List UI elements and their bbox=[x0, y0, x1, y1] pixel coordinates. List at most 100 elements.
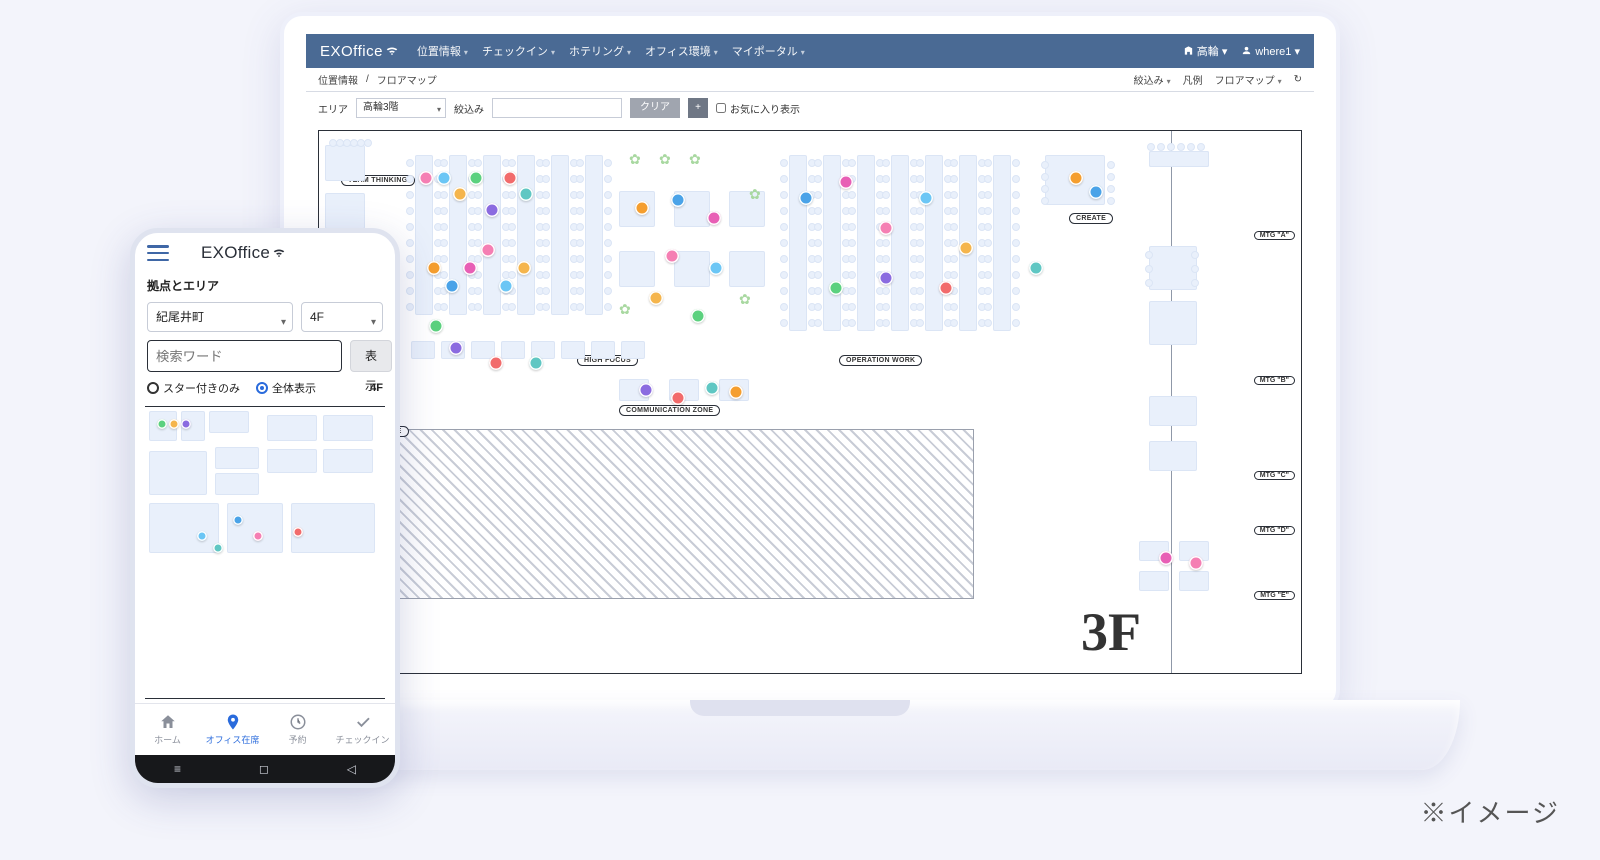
desk bbox=[325, 145, 365, 181]
person-marker[interactable] bbox=[671, 391, 685, 405]
person-marker[interactable] bbox=[1189, 556, 1203, 570]
favorite-checkbox[interactable]: お気に入り表示 bbox=[716, 101, 800, 116]
tab-checkin[interactable]: チェックイン bbox=[330, 704, 395, 755]
user-location[interactable]: 高輪 ▾ bbox=[1183, 43, 1228, 59]
nav-home-icon[interactable]: ◻ bbox=[259, 762, 269, 776]
person-marker[interactable] bbox=[485, 203, 499, 217]
chair bbox=[1012, 287, 1020, 295]
search-input[interactable] bbox=[147, 340, 342, 372]
crumb-location[interactable]: 位置情報 bbox=[318, 72, 358, 87]
person-marker[interactable] bbox=[519, 187, 533, 201]
tab-reserve[interactable]: 予約 bbox=[265, 704, 330, 755]
add-filter-button[interactable]: + bbox=[688, 98, 708, 118]
person-marker[interactable] bbox=[445, 279, 459, 293]
chair bbox=[406, 191, 414, 199]
person-marker[interactable] bbox=[489, 356, 503, 370]
top-nav: EXOffice 位置情報 チェックイン ホテリング オフィス環境 マイポータル… bbox=[306, 34, 1314, 68]
tab-home[interactable]: ホーム bbox=[135, 704, 200, 755]
hamburger-icon[interactable] bbox=[147, 245, 169, 261]
person-marker[interactable] bbox=[705, 381, 719, 395]
chair bbox=[406, 175, 414, 183]
person-marker[interactable] bbox=[437, 171, 451, 185]
person-marker[interactable] bbox=[429, 319, 443, 333]
location-select[interactable]: 紀尾井町 bbox=[147, 302, 293, 332]
nav-item-location[interactable]: 位置情報 bbox=[417, 43, 468, 59]
person-marker[interactable] bbox=[529, 356, 543, 370]
tab-office[interactable]: オフィス在席 bbox=[200, 704, 265, 755]
chair bbox=[474, 159, 482, 167]
user-account[interactable]: where1 ▾ bbox=[1241, 45, 1300, 58]
chair bbox=[604, 207, 612, 215]
person-marker[interactable] bbox=[639, 383, 653, 397]
person-marker[interactable] bbox=[939, 281, 953, 295]
chair bbox=[1012, 159, 1020, 167]
person-marker[interactable] bbox=[481, 243, 495, 257]
person-marker[interactable] bbox=[1089, 185, 1103, 199]
person-marker[interactable] bbox=[709, 261, 723, 275]
crumb-floormap-menu[interactable]: フロアマップ bbox=[1215, 72, 1282, 87]
chair bbox=[1041, 173, 1049, 181]
radio-show-all[interactable]: 全体表示 bbox=[256, 380, 316, 396]
chair bbox=[474, 303, 482, 311]
person-marker[interactable] bbox=[707, 211, 721, 225]
person-marker[interactable] bbox=[503, 171, 517, 185]
person-marker[interactable] bbox=[729, 385, 743, 399]
nav-item-portal[interactable]: マイポータル bbox=[732, 43, 805, 59]
mobile-floor-map[interactable] bbox=[145, 406, 385, 699]
area-select[interactable]: 高輪3階 bbox=[356, 98, 446, 118]
desk bbox=[483, 155, 501, 315]
person-marker[interactable] bbox=[1069, 171, 1083, 185]
person-marker[interactable] bbox=[829, 281, 843, 295]
wifi-icon bbox=[385, 44, 399, 58]
person-marker[interactable] bbox=[919, 191, 933, 205]
person-marker[interactable] bbox=[463, 261, 477, 275]
person-marker[interactable] bbox=[1159, 551, 1173, 565]
crumb-legend[interactable]: 凡例 bbox=[1183, 72, 1203, 87]
person-marker[interactable] bbox=[1029, 261, 1043, 275]
person-marker[interactable] bbox=[691, 309, 705, 323]
chair bbox=[542, 207, 550, 215]
person-marker[interactable] bbox=[665, 249, 679, 263]
person-marker[interactable] bbox=[419, 171, 433, 185]
chair bbox=[604, 287, 612, 295]
nav-back-icon[interactable]: ◁ bbox=[347, 762, 356, 776]
image-caption: ※イメージ bbox=[1421, 793, 1560, 830]
person-marker[interactable] bbox=[839, 175, 853, 189]
person-marker[interactable] bbox=[453, 187, 467, 201]
person-marker[interactable] bbox=[427, 261, 441, 275]
chair bbox=[984, 319, 992, 327]
person-marker[interactable] bbox=[671, 193, 685, 207]
search-input[interactable] bbox=[492, 98, 622, 118]
crumb-filter[interactable]: 絞込み bbox=[1134, 72, 1171, 87]
chair bbox=[848, 319, 856, 327]
person-marker[interactable] bbox=[499, 279, 513, 293]
floor-map[interactable]: 3F MTG "A" MTG "B" MTG "C" MTG "D" MTG "… bbox=[318, 130, 1302, 674]
chair bbox=[950, 271, 958, 279]
chair bbox=[508, 303, 516, 311]
chair bbox=[1107, 173, 1115, 181]
nav-item-checkin[interactable]: チェックイン bbox=[482, 43, 555, 59]
person-marker[interactable] bbox=[879, 221, 893, 235]
refresh-icon[interactable]: ↻ bbox=[1294, 74, 1302, 85]
chair bbox=[848, 191, 856, 199]
floor-select[interactable]: 4F bbox=[301, 302, 383, 332]
floor-number: 3F bbox=[1081, 601, 1141, 663]
radio-star-only[interactable]: スター付きのみ bbox=[147, 380, 240, 396]
show-button[interactable]: 表示 bbox=[350, 340, 392, 372]
person-marker[interactable] bbox=[517, 261, 531, 275]
person-marker[interactable] bbox=[649, 291, 663, 305]
chair bbox=[848, 255, 856, 263]
person-marker[interactable] bbox=[879, 271, 893, 285]
desk bbox=[891, 155, 909, 331]
person-marker[interactable] bbox=[959, 241, 973, 255]
nav-item-office-env[interactable]: オフィス環境 bbox=[645, 43, 718, 59]
clear-button[interactable]: クリア bbox=[630, 98, 680, 118]
person-marker[interactable] bbox=[449, 341, 463, 355]
chair bbox=[814, 303, 822, 311]
nav-item-hoteling[interactable]: ホテリング bbox=[569, 43, 631, 59]
person-marker[interactable] bbox=[469, 171, 483, 185]
chair bbox=[1157, 143, 1165, 151]
person-marker[interactable] bbox=[635, 201, 649, 215]
nav-menu-icon[interactable]: ≡ bbox=[174, 762, 181, 776]
person-marker[interactable] bbox=[799, 191, 813, 205]
